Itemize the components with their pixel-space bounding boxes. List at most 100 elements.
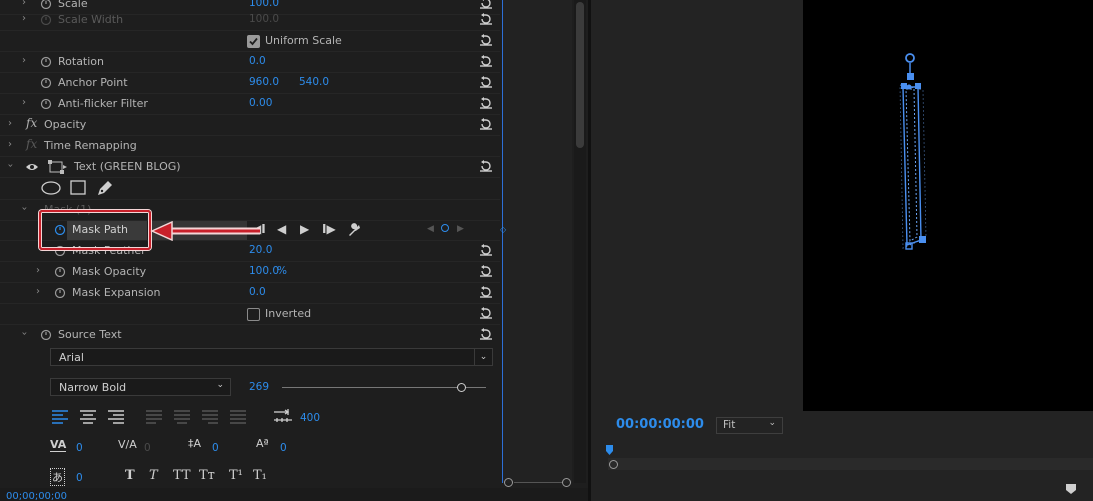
zoom-level-select[interactable]: Fit ⌄ [716, 417, 783, 434]
reset-icon[interactable] [479, 55, 493, 67]
baseline-shift-value[interactable]: 0 [280, 442, 287, 454]
stopwatch-icon[interactable] [54, 286, 66, 298]
scrollbar-thumb[interactable] [576, 2, 584, 148]
stopwatch-icon[interactable] [40, 55, 52, 67]
zoom-handle-right[interactable] [562, 478, 571, 487]
expand-chevron-icon[interactable]: › [36, 265, 40, 276]
playhead-marker-icon[interactable]: ◇ [500, 225, 506, 234]
uniform-scale-checkbox[interactable] [247, 35, 260, 48]
mini-timeline[interactable] [502, 0, 572, 483]
rotation-value[interactable]: 0.0 [249, 55, 266, 67]
expand-chevron-icon[interactable]: › [8, 118, 12, 129]
anti-flicker-row: › Anti-flicker Filter 0.00 [0, 94, 500, 115]
align-left-icon[interactable] [52, 410, 68, 424]
reset-icon[interactable] [479, 97, 493, 109]
add-keyframe-icon[interactable] [441, 224, 449, 232]
zoom-handle-left[interactable] [504, 478, 513, 487]
stopwatch-icon[interactable] [40, 97, 52, 109]
mask-opacity-value[interactable]: 100.0 [249, 265, 279, 277]
kerning-value[interactable]: 0 [76, 442, 83, 454]
stopwatch-icon[interactable] [40, 0, 52, 9]
reset-icon[interactable] [479, 328, 493, 340]
wrench-icon[interactable] [347, 223, 361, 237]
reset-icon[interactable] [479, 13, 493, 25]
font-style-dropdown[interactable]: Narrow Bold ⌄ [50, 378, 231, 396]
ellipse-mask-icon[interactable] [41, 181, 61, 195]
playhead-line[interactable] [502, 0, 503, 483]
expand-chevron-icon[interactable]: › [22, 97, 26, 108]
pen-mask-icon[interactable] [96, 180, 114, 196]
anchor-point-y[interactable]: 540.0 [299, 76, 329, 88]
mask-opacity-row: › Mask Opacity 100.0 % [0, 262, 500, 283]
reset-icon[interactable] [479, 76, 493, 88]
scale-value[interactable]: 100.0 [249, 0, 279, 9]
stopwatch-icon[interactable] [54, 265, 66, 277]
mask-feather-value[interactable]: 20.0 [249, 244, 272, 256]
superscript-button[interactable]: T¹ [229, 468, 243, 483]
reset-icon[interactable] [479, 34, 493, 46]
collapse-chevron-icon[interactable]: › [5, 164, 16, 168]
reset-icon[interactable] [479, 286, 493, 298]
stopwatch-icon[interactable] [40, 76, 52, 88]
justify-center-icon[interactable] [174, 410, 190, 424]
font-size-value[interactable]: 269 [249, 381, 269, 393]
monitor-zoom-scrollbar[interactable] [608, 458, 1093, 470]
bold-button[interactable]: T [125, 468, 135, 483]
small-caps-button[interactable]: Tт [199, 468, 215, 483]
reset-icon[interactable] [479, 244, 493, 256]
anchor-point-x[interactable]: 960.0 [249, 76, 279, 88]
chevron-down-icon: ⌄ [474, 349, 492, 365]
reset-icon[interactable] [479, 307, 493, 319]
leading-value[interactable]: 0 [212, 442, 219, 454]
collapse-chevron-icon[interactable]: › [19, 332, 30, 336]
reset-icon[interactable] [479, 160, 493, 172]
expand-chevron-icon[interactable]: › [36, 286, 40, 297]
mask-expansion-value[interactable]: 0.0 [249, 286, 266, 298]
tab-width-value[interactable]: 400 [300, 412, 320, 424]
rectangle-mask-icon[interactable] [70, 180, 86, 196]
fx-icon[interactable]: fx [26, 116, 37, 130]
mask-shape[interactable] [893, 50, 933, 255]
next-keyframe-icon[interactable]: ▶ [457, 224, 464, 234]
fx-icon[interactable]: fx [26, 137, 37, 151]
reset-icon[interactable] [479, 265, 493, 277]
track-forward-icon[interactable]: ▶ [300, 222, 309, 236]
monitor-time-ruler[interactable] [604, 444, 1093, 458]
mask-expansion-label: Mask Expansion [72, 286, 161, 299]
eye-icon[interactable] [25, 162, 39, 172]
font-size-slider-thumb[interactable] [456, 383, 466, 392]
stopwatch-icon[interactable] [40, 13, 52, 25]
track-forward-one-icon[interactable]: I▶ [322, 222, 336, 236]
align-right-icon[interactable] [108, 410, 124, 424]
track-backward-icon[interactable]: ◀ [277, 222, 286, 236]
italic-button[interactable]: T [149, 468, 158, 483]
prev-keyframe-icon[interactable]: ◀ [427, 224, 434, 234]
font-family-dropdown[interactable]: Arial ⌄ [50, 348, 493, 366]
all-caps-button[interactable]: TT [173, 468, 191, 483]
font-size-slider[interactable] [282, 387, 486, 388]
justify-left-icon[interactable] [146, 410, 162, 424]
subscript-button[interactable]: T₁ [253, 468, 267, 483]
expand-chevron-icon[interactable]: › [22, 55, 26, 66]
footer-timecode[interactable]: 00;00;00;00 [6, 491, 67, 501]
align-center-icon[interactable] [80, 410, 96, 424]
program-video-canvas[interactable] [803, 0, 1093, 411]
tracking-value[interactable]: 0 [144, 442, 151, 454]
expand-chevron-icon[interactable]: › [22, 13, 26, 24]
inverted-checkbox[interactable] [247, 308, 260, 321]
justify-right-icon[interactable] [202, 410, 218, 424]
collapse-chevron-icon[interactable]: › [19, 207, 30, 211]
program-timecode[interactable]: 00:00:00:00 [616, 417, 704, 432]
expand-chevron-icon[interactable]: › [8, 139, 12, 150]
tsume-icon: あ [50, 468, 65, 486]
reset-icon[interactable] [479, 0, 493, 9]
monitor-zoom-handle[interactable] [609, 460, 618, 469]
expand-chevron-icon[interactable]: › [22, 0, 26, 8]
tsume-value[interactable]: 0 [76, 472, 83, 484]
anti-flicker-value[interactable]: 0.00 [249, 97, 272, 109]
stopwatch-icon[interactable] [40, 328, 52, 340]
mini-timeline-zoom-bar[interactable] [502, 476, 574, 488]
justify-all-icon[interactable] [230, 410, 246, 424]
reset-icon[interactable] [479, 118, 493, 130]
transform-box-icon[interactable] [48, 160, 68, 174]
